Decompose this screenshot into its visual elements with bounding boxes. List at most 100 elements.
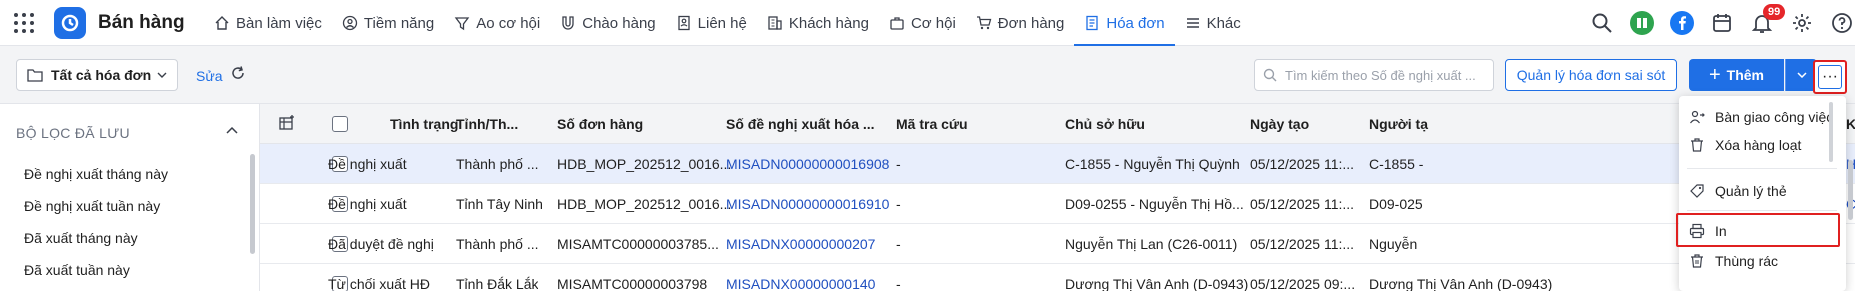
cell-creator: D09-025 [1369,196,1423,212]
nav-label: Tiềm năng [363,14,435,32]
notification-bell-icon[interactable]: 99 [1749,4,1786,36]
menu-item-bulk-delete[interactable]: Xóa hàng loạt [1689,132,1801,158]
trash-icon [1691,254,1703,268]
more-actions-button[interactable]: ··· [1813,60,1847,94]
edit-view-link[interactable]: Sửa [196,68,223,84]
invoice-table: Tình trạng Tỉnh/Th... Số đơn hàng Số đề … [260,104,1855,291]
nav-label: Hóa đơn [1106,14,1165,32]
nav-item-hoa-don[interactable]: Hóa đơn [1074,0,1175,46]
sidebar-scrollbar[interactable] [250,154,255,254]
table-row[interactable]: Đã duyệt đề nghị Thành phố ... MISAMTC00… [260,224,1855,264]
contact-icon [677,15,690,31]
menu-divider [1687,210,1837,211]
nav-item-ao-co-hoi[interactable]: Ao cơ hội [444,0,550,46]
menu-divider [1687,168,1837,169]
nav-item-tiem-nang[interactable]: Tiềm năng [332,0,444,46]
column-header[interactable]: Mã tra cứu [896,116,968,132]
print-highlight-box [1676,213,1840,247]
search-icon[interactable] [1589,10,1615,36]
cart-icon [976,16,992,30]
nav-item-co-hoi[interactable]: Cơ hội [879,0,966,46]
building-icon [768,16,782,30]
cell-created-date: 05/12/2025 11:... [1250,156,1355,172]
view-select-label: Tất cả hóa đơn [51,67,152,83]
book-app-icon[interactable] [1629,10,1655,36]
add-button[interactable]: + Thêm [1689,59,1784,91]
cell-request-number-link[interactable]: MISADNX00000000207 [726,236,875,252]
top-nav-bar: Bán hàng Bàn làm việc Tiềm năng Ao cơ hộ… [0,0,1855,46]
cell-owner: C-1855 - Nguyễn Thị Quỳnh [1065,156,1240,172]
nav-item-lien-he[interactable]: Liên hệ [666,0,757,46]
cell-request-number-link[interactable]: MISADNX00000000140 [726,276,875,291]
column-header[interactable]: Số đề nghị xuất hóa ... [726,116,875,132]
column-header[interactable]: Kh [1846,116,1855,132]
saved-filter-item[interactable]: Đề nghị xuất tuần này [24,198,160,214]
facebook-icon[interactable] [1669,10,1695,36]
cell-lookup-code: - [896,276,901,291]
refresh-icon[interactable] [230,65,246,84]
manage-invoice-errors-button[interactable]: Quản lý hóa đơn sai sót [1505,59,1677,91]
search-placeholder: Tìm kiếm theo Số đề nghị xuất ... [1285,67,1476,83]
app-launcher-icon[interactable] [14,13,34,33]
cell-created-date: 05/12/2025 11:... [1250,196,1355,212]
column-header[interactable]: Người tạ [1369,116,1428,132]
nav-item-ban-lam-viec[interactable]: Bàn làm việc [204,0,332,46]
table-header: Tình trạng Tỉnh/Th... Số đơn hàng Số đề … [260,104,1855,144]
more-dots-icon: ··· [1818,65,1842,89]
cell-request-number-link[interactable]: MISADN00000000016910 [726,196,889,212]
trash-icon [1691,138,1703,152]
cell-status: Đề nghị xuất [328,196,407,212]
help-icon[interactable] [1829,10,1855,36]
nav-label: Cơ hội [910,14,956,32]
menu-item-handover[interactable]: Bàn giao công việc [1689,104,1833,130]
cell-province: Tỉnh Tây Ninh [456,196,543,212]
cell-order-number: HDB_MOP_202512_0016... [557,156,732,172]
column-settings-icon[interactable] [278,114,296,135]
menu-item-label: Quản lý thẻ [1715,183,1787,199]
view-select[interactable]: Tất cả hóa đơn [16,59,178,91]
table-row[interactable]: Từ chối xuất HĐ Tỉnh Đắk Lắk MISAMTC0000… [260,264,1855,291]
saved-filters-heading: BỘ LỌC ĐÃ LƯU [16,125,130,141]
column-header[interactable]: Số đơn hàng [557,116,643,132]
calendar-icon[interactable] [1709,10,1735,36]
nav-item-khac[interactable]: Khác [1175,0,1251,46]
page-scrollbar[interactable] [1848,160,1853,220]
list-toolbar: Tất cả hóa đơn Sửa Tìm kiếm theo Số đề n… [0,46,1855,104]
menu-item-manage-tags[interactable]: Quản lý thẻ [1689,178,1787,204]
app-title: Bán hàng [98,12,185,33]
cell-province: Tỉnh Đắk Lắk [456,276,539,291]
table-row[interactable]: Đề nghị xuất Tỉnh Tây Ninh HDB_MOP_20251… [260,184,1855,224]
saved-filter-item[interactable]: Đã xuất tháng này [24,230,138,246]
briefcase-icon [890,17,904,30]
invoice-icon [1086,15,1099,31]
app-logo [54,7,86,39]
saved-filter-item[interactable]: Đề nghị xuất tháng này [24,166,168,182]
cell-order-number: MISAMTC00000003798 [557,276,708,291]
menu-scrollbar[interactable] [1829,102,1833,162]
saved-filters-sidebar: BỘ LỌC ĐÃ LƯU Đề nghị xuất tháng này Đề … [0,104,260,291]
column-header[interactable]: Ngày tạo [1250,116,1309,132]
folder-icon [27,69,43,82]
chevron-up-icon[interactable] [226,126,238,134]
column-header[interactable]: Chủ sở hữu [1065,116,1145,132]
cell-request-number-link[interactable]: MISADN00000000016908 [726,156,889,172]
gear-icon[interactable] [1789,10,1815,36]
select-all-checkbox[interactable] [332,116,348,132]
nav-item-khach-hang[interactable]: Khách hàng [757,0,879,46]
nav-item-chao-hang[interactable]: Chào hàng [550,0,665,46]
menu-item-trash[interactable]: Thùng rác [1689,248,1778,274]
menu-item-label: Xóa hàng loạt [1715,137,1802,153]
cell-status: Đã duyệt đề nghị [328,236,434,252]
more-actions-menu: Bàn giao công việc Xóa hàng loạt Quản lý… [1679,96,1846,291]
user-circle-icon [342,15,358,31]
saved-filter-item[interactable]: Đã xuất tuần này [24,262,130,278]
table-row[interactable]: Đề nghị xuất Thành phố ... HDB_MOP_20251… [260,144,1855,184]
cell-created-date: 05/12/2025 09:... [1250,276,1356,291]
column-header[interactable]: Tình trạng [390,116,458,132]
nav-label: Liên hệ [697,14,747,32]
chevron-down-icon [157,72,167,78]
search-input[interactable]: Tìm kiếm theo Số đề nghị xuất ... [1254,59,1494,91]
nav-item-don-hang[interactable]: Đơn hàng [966,0,1075,46]
column-header[interactable]: Tỉnh/Th... [456,116,518,132]
cell-owner: Dương Thị Vân Anh (D-0943) [1065,276,1249,291]
